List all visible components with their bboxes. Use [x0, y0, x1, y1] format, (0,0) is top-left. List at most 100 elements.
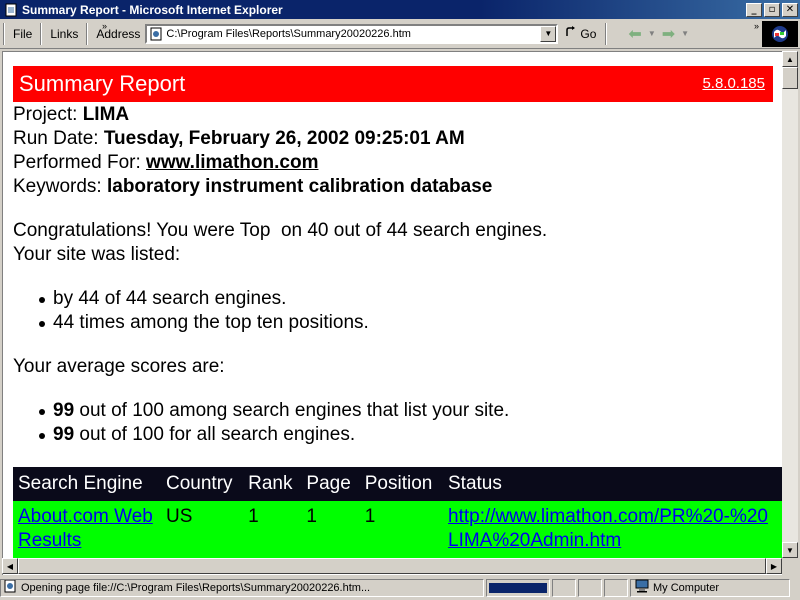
column-header: Status: [443, 467, 782, 501]
listed-intro: Your site was listed:: [13, 244, 181, 265]
page-loading-icon: [3, 579, 17, 596]
list-item: 44 times among the top ten positions.: [37, 311, 773, 335]
minimize-button[interactable]: _: [746, 2, 762, 17]
nav-buttons: ⬅ ▼ ➡ ▼: [628, 24, 689, 44]
column-header: Search Engine: [13, 467, 161, 501]
column-header: Rank: [243, 467, 302, 501]
links-button[interactable]: Links: [45, 27, 83, 41]
scroll-up-button[interactable]: ▲: [782, 51, 798, 67]
computer-icon: [635, 579, 649, 596]
project-line: Project: LIMA: [13, 103, 773, 127]
toolbar-chevron-icon[interactable]: »: [754, 21, 759, 31]
score-text: out of 100 for all search engines.: [74, 424, 356, 445]
arrow-up-icon: ▲: [786, 54, 794, 64]
arrow-down-icon: ▼: [786, 545, 794, 555]
go-button[interactable]: Go: [558, 25, 602, 42]
status-message: Opening page file://C:\Program Files\Rep…: [21, 581, 371, 594]
keywords-label: Keywords:: [13, 176, 102, 197]
chevron-down-icon: ▼: [544, 29, 553, 38]
toolbar-grip: [3, 22, 5, 45]
list-item: 99 out of 100 among search engines that …: [37, 399, 773, 423]
page-viewport: Summary Report 5.8.0.185 Project: LIMA R…: [2, 51, 782, 575]
column-header: Position: [359, 467, 443, 501]
keywords-line: Keywords: laboratory instrument calibrat…: [13, 175, 773, 199]
project-label: Project:: [13, 104, 78, 125]
toolbar-separator: [86, 22, 89, 45]
results-table: Search Engine Country Rank Page Position…: [13, 467, 782, 559]
congrats-paragraph: Congratulations! You were Top on 40 out …: [13, 219, 773, 267]
page-icon: [150, 27, 162, 40]
congrats-text: Congratulations! You were Top on 40 out …: [13, 220, 548, 241]
status-link[interactable]: http://www.limathon.com/PR%20-%20LIMA%20…: [448, 506, 768, 551]
toolbar-separator: [605, 22, 608, 45]
toolbar-separator: [40, 22, 43, 45]
arrow-left-icon: ◀: [6, 561, 14, 571]
report-header: Summary Report 5.8.0.185: [13, 66, 773, 102]
run-date-line: Run Date: Tuesday, February 26, 2002 09:…: [13, 127, 773, 151]
table-header-row: Search Engine Country Rank Page Position…: [13, 467, 782, 501]
engine-link[interactable]: About.com Web Results: [18, 506, 153, 551]
status-message-pane: Opening page file://C:\Program Files\Rep…: [0, 578, 484, 597]
page-cell: 1: [301, 501, 360, 559]
forward-dropdown-icon[interactable]: ▼: [681, 29, 689, 38]
address-bar[interactable]: C:\Program Files\Reports\Summary20020226…: [145, 23, 559, 44]
forward-arrow-icon[interactable]: ➡: [662, 24, 675, 44]
address-input[interactable]: C:\Program Files\Reports\Summary20020226…: [166, 28, 540, 40]
go-label: Go: [580, 26, 597, 41]
listed-list: by 44 of 44 search engines. 44 times amo…: [13, 287, 773, 335]
rank-cell: 1: [243, 501, 302, 559]
performed-for-link[interactable]: www.limathon.com: [146, 152, 318, 173]
status-pane: [552, 578, 576, 597]
project-value: LIMA: [82, 104, 130, 125]
keywords-value: laboratory instrument calibration databa…: [106, 176, 493, 197]
vertical-scroll-thumb[interactable]: [782, 67, 798, 89]
status-pane: [604, 578, 628, 597]
window-title: Summary Report - Microsoft Internet Expl…: [22, 2, 283, 17]
title-bar: Summary Report - Microsoft Internet Expl…: [0, 0, 800, 19]
address-dropdown-button[interactable]: ▼: [540, 25, 557, 42]
report-content: Summary Report 5.8.0.185 Project: LIMA R…: [13, 66, 782, 559]
back-dropdown-icon[interactable]: ▼: [648, 29, 656, 38]
links-chevron-icon[interactable]: »: [102, 21, 107, 31]
status-bar: Opening page file://C:\Program Files\Rep…: [0, 577, 800, 598]
scroll-down-button[interactable]: ▼: [782, 542, 798, 558]
status-pane: [578, 578, 602, 597]
score-text: out of 100 among search engines that lis…: [74, 400, 510, 421]
file-menu[interactable]: File: [8, 27, 37, 41]
score-value: 99: [53, 424, 75, 445]
run-date-label: Run Date:: [13, 128, 99, 149]
horizontal-scroll-thumb[interactable]: [18, 558, 766, 574]
scrollbar-corner: [782, 558, 798, 574]
table-row: About.com Web Results US 1 1 1 http://ww…: [13, 501, 782, 559]
progress-bar: [489, 582, 547, 593]
horizontal-scrollbar[interactable]: ◀ ▶: [2, 558, 782, 574]
maximize-button[interactable]: ▫: [764, 2, 780, 17]
column-header: Page: [301, 467, 360, 501]
toolbar: File Links Address C:\Program Files\Repo…: [0, 19, 800, 49]
arrow-right-icon: ▶: [770, 561, 778, 571]
scroll-left-button[interactable]: ◀: [2, 558, 18, 574]
vertical-scrollbar[interactable]: ▲ ▼: [782, 51, 798, 558]
ie-page-icon: [3, 2, 19, 18]
list-item: by 44 of 44 search engines.: [37, 287, 773, 311]
address-label: Address: [96, 26, 141, 41]
performed-for-label: Performed For:: [13, 152, 141, 173]
windows-logo-icon: [762, 21, 798, 47]
list-item: 99 out of 100 for all search engines.: [37, 423, 773, 447]
report-info: Project: LIMA Run Date: Tuesday, Februar…: [13, 103, 773, 199]
country-cell: US: [161, 501, 244, 559]
performed-for-line: Performed For: www.limathon.com: [13, 151, 773, 175]
back-arrow-icon[interactable]: ⬅: [628, 24, 641, 44]
report-title: Summary Report: [19, 71, 186, 96]
score-value: 99: [53, 400, 75, 421]
status-cell: http://www.limathon.com/PR%20-%20LIMA%20…: [443, 501, 782, 559]
run-date-value: Tuesday, February 26, 2002 09:25:01 AM: [103, 128, 465, 149]
go-arrow-icon: [564, 25, 578, 42]
position-cell: 1: [359, 501, 443, 559]
version-link[interactable]: 5.8.0.185: [702, 72, 765, 96]
progress-pane: [486, 578, 550, 597]
average-list: 99 out of 100 among search engines that …: [13, 399, 773, 447]
close-button[interactable]: ✕: [782, 2, 798, 17]
scroll-right-button[interactable]: ▶: [766, 558, 782, 574]
zone-label: My Computer: [653, 581, 720, 594]
